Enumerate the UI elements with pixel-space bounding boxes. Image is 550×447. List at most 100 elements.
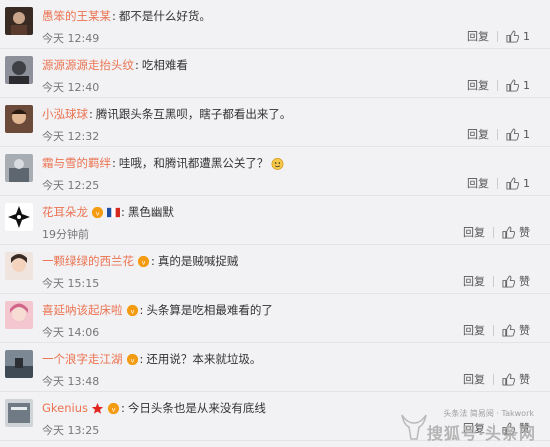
thumbs-up-icon[interactable]	[506, 78, 519, 92]
timestamp: 今天 12:40	[42, 81, 100, 94]
like-count[interactable]: 1	[523, 177, 530, 190]
svg-text:v: v	[96, 209, 100, 217]
comment-row: 一个浪字走江湖 v : 还用说？本来就垃圾。 今天 13:48 回复 赞	[0, 343, 550, 392]
username-link[interactable]: 愚笨的王某某	[42, 8, 111, 24]
french-flag-icon	[107, 207, 120, 217]
comment-line: 花耳朵龙 v : 黑色幽默	[42, 204, 174, 220]
username-link[interactable]: 源源源源走抬头纹	[42, 57, 134, 73]
thumbs-up-icon[interactable]	[506, 29, 519, 43]
reply-button[interactable]: 回复	[463, 322, 485, 338]
thumbs-up-icon[interactable]	[502, 274, 515, 288]
reply-button[interactable]: 回复	[467, 28, 489, 44]
username-link[interactable]: Gkenius	[42, 401, 88, 415]
comment-row: 源源源源走抬头纹 : 吃相难看 今天 12:40 回复 1	[0, 49, 550, 98]
comment-row: 喜延呐该起床啦 v : 头条算是吃相最难看的了 今天 14:06 回复 赞	[0, 294, 550, 343]
avatar[interactable]	[5, 399, 33, 427]
comment-row: 愚笨的王某某 : 都不是什么好货。 今天 12:49 回复 1	[0, 0, 550, 49]
divider	[493, 275, 494, 287]
like-label[interactable]: 赞	[519, 273, 530, 289]
avatar[interactable]	[5, 154, 33, 182]
comment-row: 霜与雪的羁绊 : 哇哦，和腾讯都遭黑公关了？ 今天 12:25 回复 1	[0, 147, 550, 196]
comment-line: Gkenius v : 今日头条也是从来没有底线	[42, 401, 266, 415]
comment-line: 小泓球球 : 腾讯跟头条互黑呗，瞎子都看出来了。	[42, 106, 292, 122]
like-label[interactable]: 赞	[519, 224, 530, 240]
comment-line: 一颗绿绿的西兰花 v : 真的是贼喊捉贼	[42, 253, 239, 269]
divider	[497, 177, 498, 189]
divider	[493, 373, 494, 385]
comment-text: 还用说？本来就垃圾。	[146, 352, 262, 366]
avatar[interactable]	[5, 350, 33, 378]
comment-line: 喜延呐该起床啦 v : 头条算是吃相最难看的了	[42, 302, 273, 318]
thumbs-up-icon[interactable]	[502, 225, 515, 239]
watermark-small-text: 头条法 简易阅 · Takwork	[443, 409, 534, 418]
comment-actions: 回复 赞	[463, 224, 530, 240]
reply-button[interactable]: 回复	[463, 371, 485, 387]
comment-line: 一个浪字走江湖 v : 还用说？本来就垃圾。	[42, 351, 262, 367]
timestamp: 19分钟前	[42, 228, 89, 241]
like-count[interactable]: 1	[523, 30, 530, 43]
divider	[497, 79, 498, 91]
reply-button[interactable]: 回复	[467, 77, 489, 93]
like-label[interactable]: 赞	[519, 371, 530, 387]
svg-text:v: v	[130, 307, 134, 315]
comment-text: 哇哦，和腾讯都遭黑公关了？	[118, 156, 269, 170]
username-link[interactable]: 一颗绿绿的西兰花	[42, 253, 134, 269]
avatar[interactable]	[5, 56, 33, 84]
watermark-big-text: 搜狐号·头条网	[426, 424, 536, 443]
like-count[interactable]: 1	[523, 128, 530, 141]
comment-text: 吃相难看	[141, 58, 188, 72]
comment-line: 霜与雪的羁绊 : 哇哦，和腾讯都遭黑公关了？	[42, 155, 284, 171]
thumbs-up-icon[interactable]	[502, 323, 515, 337]
reply-button[interactable]: 回复	[463, 224, 485, 240]
thumbs-up-icon[interactable]	[502, 372, 515, 386]
timestamp: 今天 13:48	[42, 375, 100, 388]
timestamp: 今天 13:25	[42, 424, 100, 437]
timestamp: 今天 12:32	[42, 130, 100, 143]
comment-row: 花耳朵龙 v : 黑色幽默 19分钟前 回复 赞	[0, 196, 550, 245]
timestamp: 今天 15:15	[42, 277, 100, 290]
comment-line: 愚笨的王某某 : 都不是什么好货。	[42, 8, 211, 24]
comment-actions: 回复 1	[467, 77, 530, 93]
avatar[interactable]	[5, 203, 33, 231]
watermark: 头条法 简易阅 · Takwork 搜狐号·头条网	[399, 405, 544, 445]
username-link[interactable]: 花耳朵龙	[42, 204, 88, 220]
timestamp: 今天 12:49	[42, 32, 100, 45]
svg-text:v: v	[130, 356, 134, 364]
star-badge-icon	[91, 402, 104, 414]
username-link[interactable]: 霜与雪的羁绊	[42, 155, 111, 171]
bull-logo-icon	[401, 414, 427, 440]
username-link[interactable]: 喜延呐该起床啦	[42, 302, 123, 318]
emoji-icon	[271, 157, 284, 170]
vip-badge-icon: v	[107, 402, 120, 414]
timestamp: 今天 14:06	[42, 326, 100, 339]
avatar[interactable]	[5, 252, 33, 280]
divider	[497, 128, 498, 140]
svg-text:v: v	[112, 405, 116, 413]
avatar[interactable]	[5, 301, 33, 329]
comment-actions: 回复 1	[467, 28, 530, 44]
svg-text:v: v	[142, 258, 146, 266]
comment-text: 头条算是吃相最难看的了	[146, 303, 273, 317]
comment-list: 愚笨的王某某 : 都不是什么好货。 今天 12:49 回复 1 源源源源走抬头纹…	[0, 0, 550, 447]
divider	[493, 324, 494, 336]
divider	[493, 226, 494, 238]
username-link[interactable]: 一个浪字走江湖	[42, 351, 123, 367]
comment-text: 真的是贼喊捉贼	[157, 254, 239, 268]
comment-text: 黑色幽默	[127, 205, 174, 219]
thumbs-up-icon[interactable]	[506, 127, 519, 141]
comment-actions: 回复 赞	[463, 273, 530, 289]
avatar[interactable]	[5, 7, 33, 35]
username-link[interactable]: 小泓球球	[42, 106, 88, 122]
avatar[interactable]	[5, 105, 33, 133]
thumbs-up-icon[interactable]	[506, 176, 519, 190]
reply-button[interactable]: 回复	[463, 273, 485, 289]
like-count[interactable]: 1	[523, 79, 530, 92]
reply-button[interactable]: 回复	[467, 126, 489, 142]
comment-row: 小泓球球 : 腾讯跟头条互黑呗，瞎子都看出来了。 今天 12:32 回复 1	[0, 98, 550, 147]
like-label[interactable]: 赞	[519, 322, 530, 338]
vip-badge-icon: v	[126, 304, 138, 316]
timestamp: 今天 12:25	[42, 179, 100, 192]
comment-row: 一颗绿绿的西兰花 v : 真的是贼喊捉贼 今天 15:15 回复 赞	[0, 245, 550, 294]
reply-button[interactable]: 回复	[467, 175, 489, 191]
comment-line: 源源源源走抬头纹 : 吃相难看	[42, 57, 188, 73]
